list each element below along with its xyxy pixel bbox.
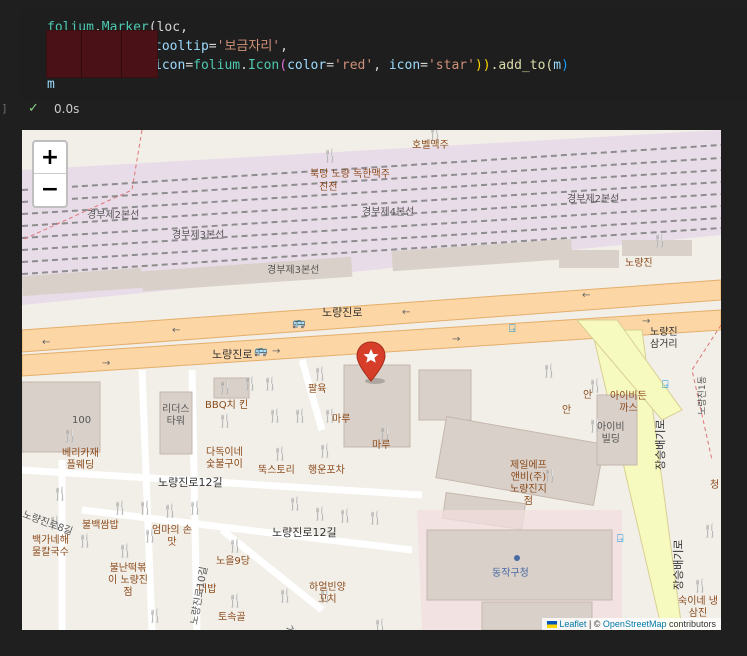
ukraine-flag-icon [546,621,557,629]
success-check-icon: ✓ [28,101,39,116]
label-riders-tower: 리더스 타워 [162,404,190,427]
label-baekga: 백가네해 물칼국수 [32,535,69,558]
label-jeilept: 제일에프 앤비(주) 노량진지 점 [510,460,547,507]
label-dadeuk: 다독이네 숯불구이 [206,447,243,470]
code-line-3: icon=folium.Icon(color='red', icon='star… [154,58,569,73]
zoom-control: + − [32,140,68,208]
code-line-2: tooltip='보금자리', [154,39,288,54]
attribution-sep: | © [586,619,603,629]
label-eommamason: 엄마의 손 맛 [152,525,192,548]
label-berikajae: 베리카재 플웨딩 [62,448,99,471]
zoom-in-button[interactable]: + [34,142,66,174]
star-marker-icon[interactable] [355,341,389,385]
label-bulnan: 불난떡볶 이 노량진 점 [108,563,148,598]
label-ivision: 아이비든 까스 [610,391,647,414]
folium-map[interactable]: 🍴 🍴 🍴 🍴 🍴 🍴 🍴 🍴 🍴 🍴 🍴 🍴 🍴 🍴 🍴 🍴 🍴 🍴 🍴 🍴 … [22,130,721,630]
code-cell[interactable]: folium.Marker(loc, tooltip='보금자리', icon=… [0,0,747,125]
label-sug: 숙이네 냉 삼진 [678,596,718,619]
execution-time: 0.0s [54,102,80,116]
label-ivy-building: 아이비 빌딩 [597,422,625,445]
osm-link[interactable]: OpenStreetMap [603,619,667,629]
redacted-block [46,30,158,78]
attribution-tail: contributors [666,619,716,629]
label-noryangjin-samgeori: 노량진 삼거리 [650,327,678,350]
leaflet-link[interactable]: Leaflet [559,619,586,629]
label-hadam: 하얼빈양 꼬치 [309,582,346,605]
execution-bracket: ] [2,102,7,115]
attribution: Leaflet | © OpenStreetMap contributors [541,618,721,630]
zoom-out-button[interactable]: − [34,174,66,205]
